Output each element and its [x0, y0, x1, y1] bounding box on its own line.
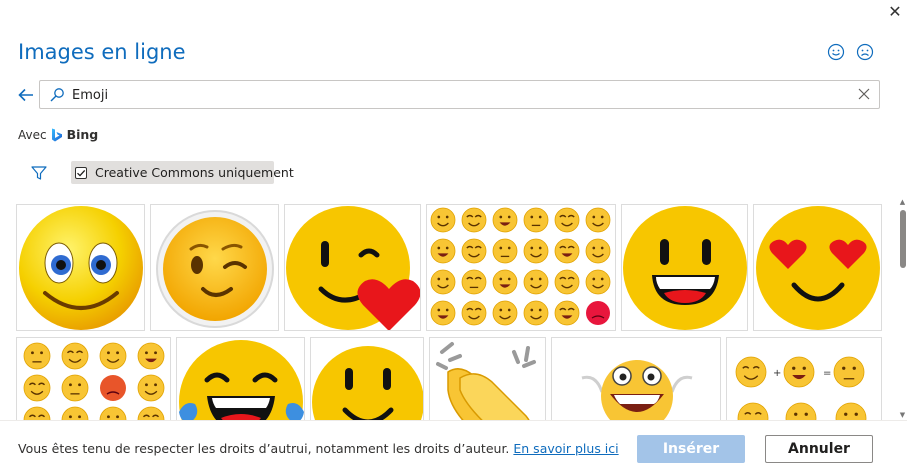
bing-logo-icon: [51, 128, 62, 141]
mini-emoji-face: [554, 207, 580, 233]
source-attribution: Avec Bing: [18, 127, 98, 142]
mini-emoji-face: [461, 269, 487, 295]
result-tile-wink[interactable]: [150, 204, 279, 331]
emoji-collection-grid: [430, 207, 611, 326]
result-tile-simple-smile[interactable]: [310, 337, 424, 420]
result-tile-emoji-collection[interactable]: [426, 204, 616, 331]
mini-emoji-face: [99, 406, 127, 420]
result-tile-tears-of-joy[interactable]: [176, 337, 305, 420]
mini-emoji-face: [23, 342, 51, 370]
source-prefix: Avec: [18, 127, 47, 142]
mini-emoji-face: [461, 238, 487, 264]
creative-commons-checkbox[interactable]: [75, 166, 87, 179]
creative-commons-toggle[interactable]: Creative Commons uniquement: [71, 161, 294, 184]
mini-emoji-face: [461, 300, 487, 326]
mini-emoji-face: [430, 300, 456, 326]
mini-emoji-face: [785, 402, 817, 420]
online-pictures-dialog: ✕ Images en ligne Avec Bing: [0, 0, 907, 474]
mini-emoji-face: [137, 374, 165, 402]
result-tile-big-eyes-smile[interactable]: [16, 204, 145, 331]
mini-emoji-face: [430, 269, 456, 295]
learn-more-link[interactable]: En savoir plus ici: [513, 441, 618, 456]
mini-emoji-face: [585, 238, 611, 264]
checkmark-icon: [77, 169, 86, 177]
mini-emoji-face: [99, 342, 127, 370]
dialog-footer: Vous êtes tenu de respecter les droits d…: [0, 420, 907, 474]
mini-emoji-face: [492, 300, 518, 326]
mini-emoji-face: [492, 238, 518, 264]
mini-emoji-face: [23, 374, 51, 402]
result-tile-thinking-equation[interactable]: + =: [726, 337, 882, 420]
mini-emoji-face: [737, 402, 769, 420]
result-tile-grinning-face[interactable]: [551, 337, 721, 420]
mini-emoji-face: [783, 356, 815, 388]
mini-emoji-face: [554, 269, 580, 295]
clear-search-icon[interactable]: [857, 87, 871, 101]
mini-emoji-face: [461, 207, 487, 233]
back-arrow-icon[interactable]: [16, 85, 36, 105]
mini-emoji-face: [430, 207, 456, 233]
scroll-up-arrow-icon[interactable]: ▲: [898, 198, 907, 207]
mini-emoji-face: [585, 207, 611, 233]
mini-emoji-face: [492, 269, 518, 295]
result-tile-heart-eyes[interactable]: [753, 204, 882, 331]
frown-feedback-icon[interactable]: [856, 43, 874, 61]
mini-emoji-face: [835, 402, 867, 420]
equals-sign: =: [823, 368, 831, 379]
search-box: [39, 80, 880, 109]
mini-emoji-face: [61, 406, 89, 420]
mini-emoji-face: [61, 374, 89, 402]
mini-emoji-face: [585, 269, 611, 295]
sticker-set-grid: [23, 342, 165, 420]
source-provider: Bing: [66, 127, 99, 142]
copyright-notice: Vous êtes tenu de respecter les droits d…: [18, 441, 619, 456]
result-tile-open-smile[interactable]: [621, 204, 748, 331]
thinking-equation-grid: + =: [735, 356, 867, 420]
mini-emoji-face: [735, 356, 767, 388]
cancel-button[interactable]: Annuler: [765, 435, 873, 463]
mini-emoji-face: [586, 301, 610, 325]
close-icon[interactable]: ✕: [884, 0, 906, 22]
creative-commons-label: Creative Commons uniquement: [95, 165, 294, 180]
plus-sign: +: [773, 368, 781, 379]
mini-emoji-face: [100, 375, 126, 401]
smile-feedback-icon[interactable]: [827, 43, 845, 61]
mini-emoji-face: [137, 406, 165, 420]
mini-emoji-face: [554, 300, 580, 326]
dialog-title: Images en ligne: [18, 40, 186, 64]
result-tile-kiss-heart[interactable]: [284, 204, 421, 331]
search-icon: [50, 88, 64, 102]
insert-button[interactable]: Insérer: [637, 435, 745, 463]
mini-emoji-face: [523, 207, 549, 233]
result-tile-clapping-hands[interactable]: [429, 337, 546, 420]
copyright-notice-text: Vous êtes tenu de respecter les droits d…: [18, 441, 510, 456]
mini-emoji-face: [523, 300, 549, 326]
mini-emoji-face: [523, 238, 549, 264]
scroll-thumb[interactable]: [900, 210, 906, 268]
mini-emoji-face: [430, 238, 456, 264]
mini-emoji-face: [523, 269, 549, 295]
search-input[interactable]: [72, 84, 852, 106]
results-scrollbar[interactable]: ▲ ▼: [898, 198, 907, 420]
mini-emoji-face: [137, 342, 165, 370]
result-tile-sticker-set[interactable]: [16, 337, 171, 420]
mini-emoji-face: [23, 406, 51, 420]
mini-emoji-face: [554, 238, 580, 264]
results-grid: + =: [0, 200, 900, 420]
mini-emoji-face: [492, 207, 518, 233]
mini-emoji-face: [833, 356, 865, 388]
scroll-down-arrow-icon[interactable]: ▼: [898, 411, 907, 420]
filter-icon[interactable]: [30, 164, 48, 182]
mini-emoji-face: [61, 342, 89, 370]
